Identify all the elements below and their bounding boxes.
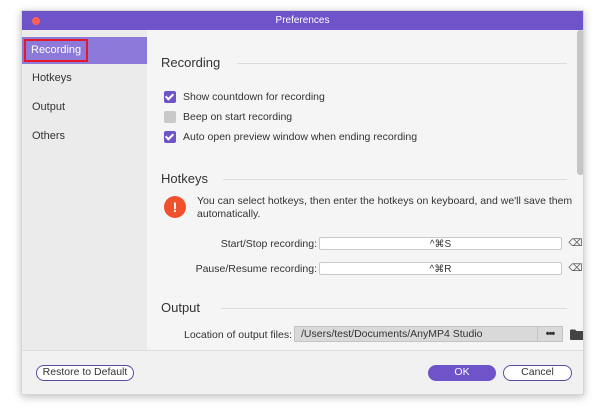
restore-default-button[interactable]: Restore to Default: [36, 365, 134, 381]
scrollbar[interactable]: [577, 30, 583, 175]
section-divider: [223, 179, 567, 180]
output-section-title: Output: [161, 300, 201, 315]
pause-resume-hotkey-field[interactable]: ^⌘R: [319, 262, 562, 275]
sidebar-item-label: Others: [32, 130, 66, 142]
close-window-button[interactable]: [32, 17, 40, 25]
sidebar-item-output[interactable]: Output: [22, 94, 147, 121]
clear-start-stop-icon[interactable]: ⌫: [566, 238, 583, 249]
section-divider: [237, 63, 567, 64]
folder-icon[interactable]: [570, 329, 584, 340]
output-location-label: Location of output files:: [184, 329, 292, 341]
hotkeys-notice: You can select hotkeys, then enter the h…: [197, 195, 573, 220]
preferences-window: Preferences Recording Hotkeys Output Oth…: [21, 10, 584, 395]
sidebar-item-label: Hotkeys: [32, 72, 72, 84]
output-location-field[interactable]: /Users/test/Documents/AnyMP4 Studio: [294, 326, 538, 342]
content-pane: Recording Show countdown for recording B…: [147, 30, 584, 350]
start-stop-label: Start/Stop recording:: [220, 238, 317, 250]
title-bar: Preferences: [22, 11, 583, 30]
warning-icon: !: [164, 196, 186, 218]
checkbox-label: Auto open preview window when ending rec…: [183, 131, 418, 143]
sidebar-item-hotkeys[interactable]: Hotkeys: [22, 65, 147, 92]
hotkeys-section-title: Hotkeys: [161, 171, 208, 186]
cancel-button[interactable]: Cancel: [503, 365, 572, 381]
sidebar-item-others[interactable]: Others: [22, 123, 147, 150]
recording-section-title: Recording: [161, 55, 221, 70]
start-stop-hotkey-field[interactable]: ^⌘S: [319, 237, 562, 250]
sidebar: Recording Hotkeys Output Others: [22, 30, 147, 350]
footer-bar: Restore to Default OK Cancel: [22, 350, 583, 394]
section-divider: [221, 308, 567, 309]
checkbox-show-countdown[interactable]: [164, 91, 176, 103]
pause-resume-label: Pause/Resume recording:: [195, 263, 317, 275]
sidebar-item-label: Output: [32, 101, 66, 113]
checkbox-beep-on-start[interactable]: [164, 111, 176, 123]
checkbox-label: Show countdown for recording: [183, 91, 325, 103]
sidebar-item-recording[interactable]: Recording: [22, 37, 147, 64]
window-title: Preferences: [275, 15, 330, 26]
clear-pause-resume-icon[interactable]: ⌫: [566, 263, 583, 274]
browse-more-button[interactable]: •••: [538, 326, 563, 342]
checkbox-label: Beep on start recording: [183, 111, 293, 123]
sidebar-item-label: Recording: [24, 39, 89, 62]
ok-button[interactable]: OK: [428, 365, 496, 381]
checkbox-auto-open-preview[interactable]: [164, 131, 176, 143]
